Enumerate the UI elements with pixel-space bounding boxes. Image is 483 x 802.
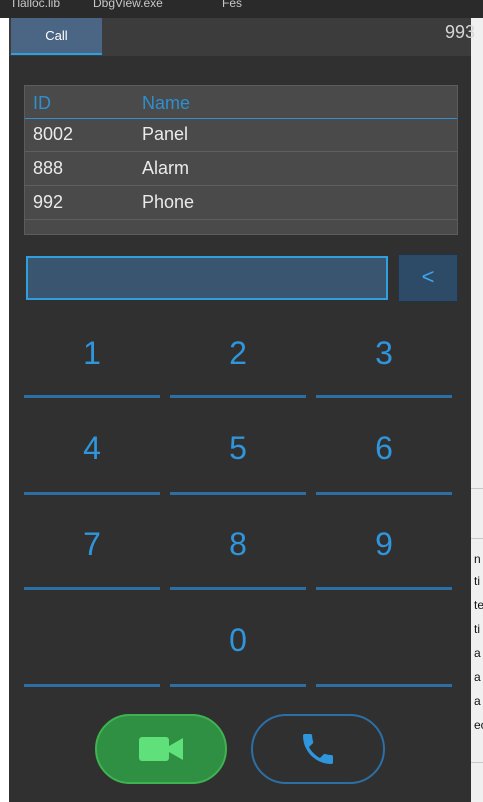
key-underline xyxy=(170,587,306,590)
background-taskbar-item: DbgView.exe xyxy=(93,0,163,10)
key-underline xyxy=(24,492,160,495)
background-text: a xyxy=(474,646,481,660)
table-row[interactable]: 8002 Panel xyxy=(25,118,457,152)
table-row[interactable]: 888 Alarm xyxy=(25,152,457,186)
key-5[interactable]: 5 xyxy=(170,418,306,478)
column-header-id: ID xyxy=(33,93,51,113)
tab-call[interactable]: Call xyxy=(11,18,102,55)
contact-id: 888 xyxy=(33,158,64,178)
dialer-window: Call 993 ID Name 8002 Panel 888 Alarm 99… xyxy=(9,18,475,802)
key-underline xyxy=(316,492,452,495)
contact-name: Alarm xyxy=(142,158,190,178)
key-underline xyxy=(316,395,452,398)
key-9[interactable]: 9 xyxy=(316,514,452,574)
column-header-name: Name xyxy=(142,93,191,113)
background-taskbar: Tlalloc.lib DbgView.exe Fes xyxy=(0,0,483,18)
background-text: ti xyxy=(474,622,480,636)
number-input[interactable] xyxy=(26,256,388,300)
key-3[interactable]: 3 xyxy=(316,323,452,383)
contact-name: Panel xyxy=(142,124,189,144)
background-text: a xyxy=(474,670,481,684)
video-call-button[interactable] xyxy=(95,714,227,784)
key-underline xyxy=(316,587,452,590)
key-2[interactable]: 2 xyxy=(170,323,306,383)
key-underline xyxy=(24,587,160,590)
key-6[interactable]: 6 xyxy=(316,418,452,478)
table-header: ID Name xyxy=(25,86,457,119)
background-text: te xyxy=(474,598,483,612)
contact-name: Phone xyxy=(142,192,195,212)
contacts-table: ID Name 8002 Panel 888 Alarm 992 Phone xyxy=(24,85,458,235)
background-taskbar-item: Tlalloc.lib xyxy=(10,0,61,10)
video-camera-icon xyxy=(139,737,183,761)
phone-handset-icon xyxy=(303,734,333,764)
background-window: n ti te ti a a a ec xyxy=(470,18,483,802)
key-underline xyxy=(170,395,306,398)
key-underline xyxy=(24,684,160,687)
key-underline xyxy=(170,684,306,687)
background-taskbar-item: Fes xyxy=(222,0,243,10)
background-text: n xyxy=(474,552,481,566)
background-text: ec xyxy=(474,718,483,732)
table-row[interactable]: 992 Phone xyxy=(25,186,457,220)
key-4[interactable]: 4 xyxy=(24,418,160,478)
contact-id: 8002 xyxy=(33,124,74,144)
key-1[interactable]: 1 xyxy=(24,323,160,383)
backspace-button[interactable]: < xyxy=(398,254,458,302)
current-number: 993 xyxy=(445,22,476,42)
background-text: ti xyxy=(474,574,480,588)
voice-call-button[interactable] xyxy=(251,714,385,784)
key-underline xyxy=(24,395,160,398)
contact-id: 992 xyxy=(33,192,64,212)
title-bar: Call 993 xyxy=(9,18,475,56)
key-underline xyxy=(316,684,452,687)
key-7[interactable]: 7 xyxy=(24,514,160,574)
background-text: a xyxy=(474,694,481,708)
key-0[interactable]: 0 xyxy=(170,610,306,670)
key-underline xyxy=(170,492,306,495)
key-8[interactable]: 8 xyxy=(170,514,306,574)
